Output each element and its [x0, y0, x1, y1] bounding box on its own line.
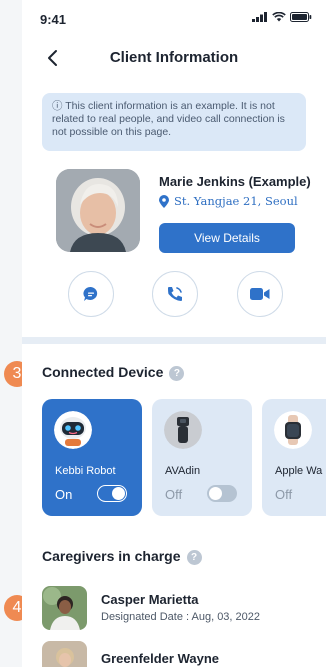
video-call-button[interactable] [237, 271, 283, 317]
example-notice: ⓘ This client information is an example.… [42, 93, 306, 151]
call-button[interactable] [152, 271, 198, 317]
battery-icon [290, 12, 312, 22]
toggle-knob [112, 486, 125, 500]
connected-device-title: Connected Device? [42, 364, 185, 381]
phone-call-icon [168, 287, 182, 301]
status-icons [252, 12, 312, 22]
chat-bubble-icon [83, 286, 98, 301]
status-time: 9:41 [40, 12, 67, 27]
client-address-text: St. Yangjae 21, Seoul [174, 194, 298, 208]
device-name: Apple Wa [275, 465, 323, 477]
device-name: Kebbi Robot [55, 465, 116, 477]
caregiver-name: Casper Marietta [101, 592, 199, 607]
device-toggle[interactable] [97, 485, 127, 502]
toggle-knob [209, 487, 222, 500]
caregivers-title: Caregivers in charge? [42, 548, 202, 565]
smartwatch-icon [274, 411, 312, 449]
section-divider [22, 337, 326, 344]
device-card-avadin[interactable]: AVAdin Off [152, 399, 252, 516]
caregiver-avatar [42, 641, 87, 667]
device-state: Off [275, 487, 293, 502]
robot-icon [54, 411, 92, 449]
view-details-button[interactable]: View Details [159, 223, 295, 253]
device-toggle[interactable] [207, 485, 237, 502]
device-name: AVAdin [165, 465, 201, 477]
caregiver-designated-date: Designated Date : Aug, 03, 2022 [101, 611, 261, 623]
page-title: Client Information [109, 49, 239, 66]
device-state: Off [165, 487, 183, 502]
client-name: Marie Jenkins (Example) [159, 174, 311, 189]
client-address: St. Yangjae 21, Seoul [159, 194, 298, 208]
client-avatar [56, 169, 140, 252]
device-state: On [55, 487, 73, 502]
wifi-icon [272, 12, 286, 22]
device-card-apple-watch[interactable]: Apple Wa Off [262, 399, 326, 516]
connected-device-title-text: Connected Device [42, 364, 164, 380]
device-card-kebbi-robot[interactable]: Kebbi Robot On [42, 399, 142, 516]
phone-screen: 9:41 Client Information ⓘ This client in… [22, 0, 326, 667]
message-button[interactable] [68, 271, 114, 317]
help-icon[interactable]: ? [186, 550, 202, 565]
video-camera-icon [250, 288, 270, 300]
caregivers-title-text: Caregivers in charge [42, 548, 181, 564]
help-icon[interactable]: ? [169, 366, 185, 381]
status-bar: 9:41 [22, 0, 326, 36]
caregiver-avatar [42, 586, 87, 630]
smart-speaker-icon [164, 411, 202, 449]
header: Client Information [22, 36, 326, 80]
caregiver-name: Greenfelder Wayne [101, 651, 220, 666]
location-pin-icon [159, 194, 169, 208]
signal-icon [252, 12, 267, 22]
